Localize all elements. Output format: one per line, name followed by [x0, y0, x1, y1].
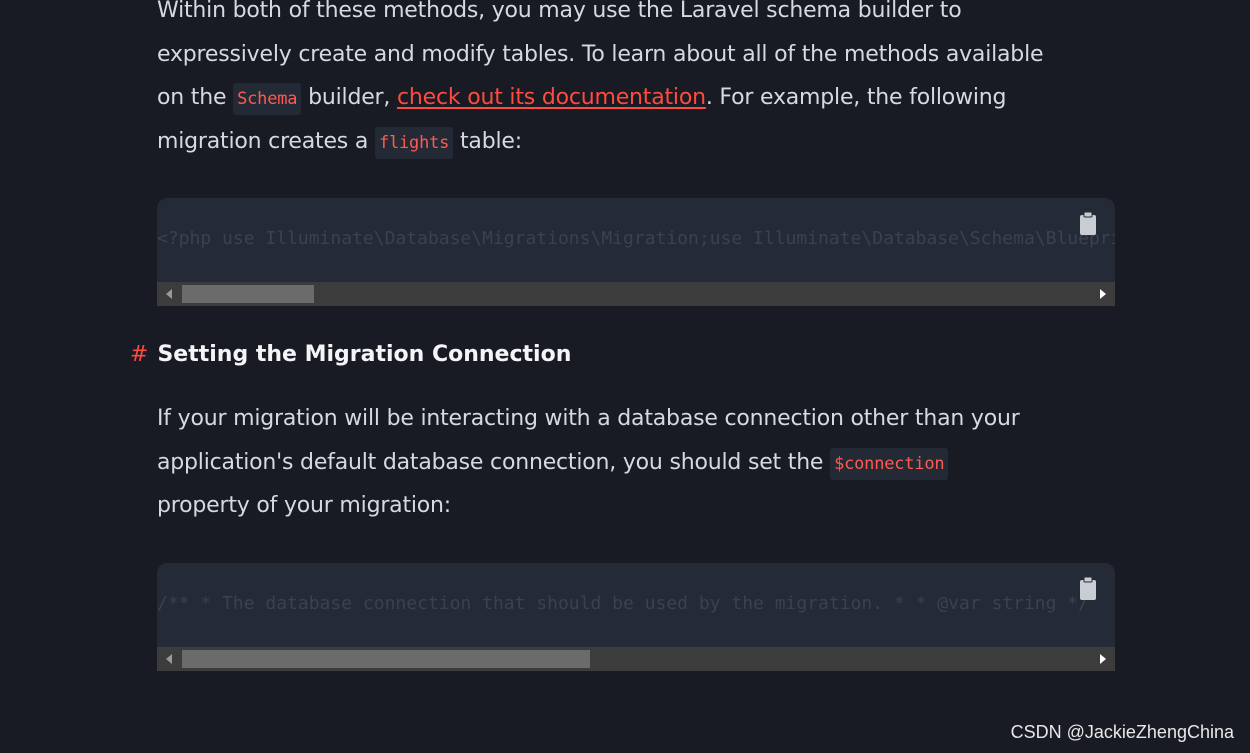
heading-title: Setting the Migration Connection — [157, 342, 572, 367]
csdn-watermark: CSDN @JackieZhengChina — [1010, 722, 1234, 742]
scrollbar-thumb[interactable] — [182, 650, 590, 668]
section-heading: # Setting the Migration Connection — [130, 342, 571, 367]
scroll-left-arrow-icon[interactable] — [157, 647, 181, 671]
intro-line-3-pre: on the — [157, 85, 234, 110]
horizontal-scrollbar[interactable] — [157, 282, 1115, 306]
scroll-right-arrow-icon[interactable] — [1091, 647, 1115, 671]
clipboard-icon[interactable] — [1079, 212, 1097, 236]
intro-paragraph: Within both of these methods, you may us… — [157, 0, 1117, 163]
code-block-connection: /** * The database connection that shoul… — [157, 563, 1115, 671]
para2-line-2: application's default database connectio… — [157, 441, 1117, 485]
intro-line-2: expressively create and modify tables. T… — [157, 41, 1044, 67]
code-text: /** * The database connection that shoul… — [157, 593, 1089, 614]
connection-paragraph: If your migration will be interacting wi… — [157, 397, 1117, 528]
documentation-link[interactable]: check out its documentation — [397, 85, 706, 110]
code-text: <?php use Illuminate\Database\Migrations… — [157, 228, 1115, 249]
heading-anchor-link[interactable]: # — [130, 342, 148, 367]
scroll-right-arrow-icon[interactable] — [1091, 282, 1115, 306]
intro-line-1: Within both of these methods, you may us… — [157, 0, 962, 23]
intro-line-3-mid: builder, — [301, 85, 397, 110]
intro-line-4: migration creates a flights table: — [157, 120, 1117, 164]
para2-line-3: property of your migration: — [157, 493, 452, 518]
code-block-migration: <?php use Illuminate\Database\Migrations… — [157, 198, 1115, 306]
clipboard-icon[interactable] — [1079, 577, 1097, 601]
intro-line-3: on the Schema builder, check out its doc… — [157, 76, 1117, 120]
para2-line-1: If your migration will be interacting wi… — [157, 406, 1020, 431]
scroll-left-arrow-icon[interactable] — [157, 282, 181, 306]
intro-line-4-pre: migration creates a — [157, 128, 375, 154]
horizontal-scrollbar[interactable] — [157, 647, 1115, 671]
intro-line-3-post: . For example, the following — [705, 85, 1007, 110]
inline-code-connection: $connection — [830, 447, 949, 480]
inline-code-flights: flights — [374, 126, 454, 159]
inline-code-schema: Schema — [233, 83, 302, 115]
scrollbar-thumb[interactable] — [182, 285, 314, 303]
intro-line-4-post: table: — [453, 128, 522, 154]
para2-line-2-pre: application's default database connectio… — [157, 449, 831, 475]
